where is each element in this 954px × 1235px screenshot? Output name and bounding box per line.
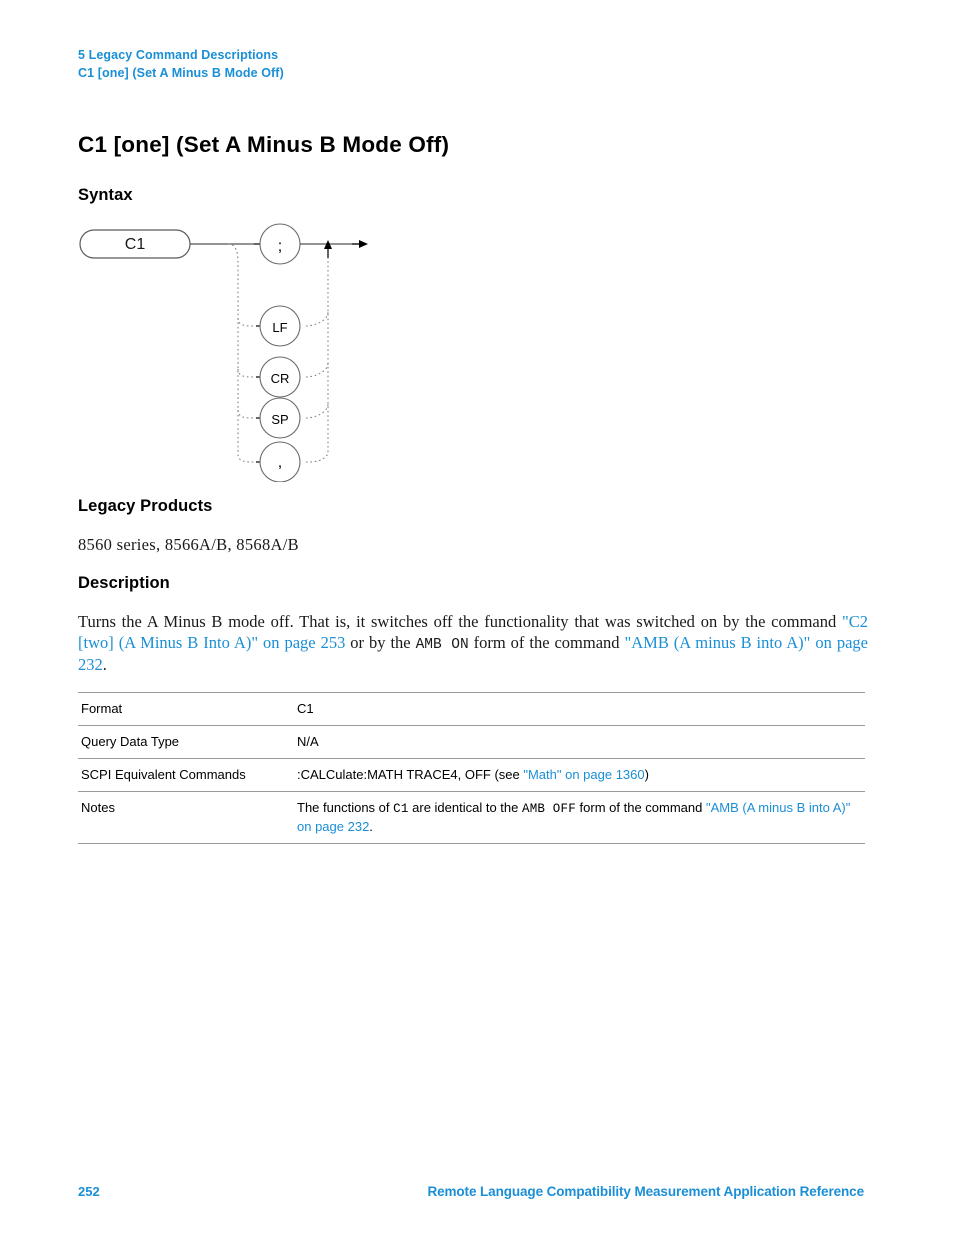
scpi-value-suffix: ) [644, 767, 649, 782]
link-math-page-1360[interactable]: "Math" on page 1360 [523, 767, 644, 782]
diagram-terminator-comma: , [256, 441, 301, 482]
notes-text-2: are identical to the [408, 800, 522, 815]
diagram-terminator-cr-label: CR [271, 371, 290, 386]
notes-text-1: The functions of [297, 800, 394, 815]
command-spec-table: Format C1 Query Data Type N/A SCPI Equiv… [78, 692, 865, 844]
diagram-terminator-lf-label: LF [272, 320, 287, 335]
heading-legacy-products: Legacy Products [78, 497, 213, 515]
code-amb-off: AMB OFF [522, 802, 576, 816]
table-cell-label: SCPI Equivalent Commands [78, 758, 291, 792]
document-page: 5 Legacy Command Descriptions C1 [one] (… [0, 0, 954, 1235]
description-text-2: or by the [345, 632, 416, 652]
table-cell-value: C1 [291, 692, 865, 726]
diagram-token-c1: C1 [79, 229, 191, 259]
diagram-token-c1-label: C1 [125, 236, 146, 253]
notes-text-3: form of the command [575, 800, 706, 815]
diagram-terminator-sp: SP [256, 397, 301, 439]
heading-description: Description [78, 574, 170, 592]
description-text-3: form of the command [468, 632, 625, 652]
diagram-terminator-cr: CR [256, 356, 301, 398]
scpi-value-prefix: :CALCulate:MATH TRACE4, OFF (see [297, 767, 524, 782]
running-header-chapter: 5 Legacy Command Descriptions [78, 48, 279, 62]
heading-syntax: Syntax [78, 186, 133, 204]
table-row: Format C1 [78, 692, 865, 726]
description-text-1: Turns the A Minus B mode off. That is, i… [78, 612, 842, 631]
diagram-terminator-semicolon: ; [259, 223, 301, 265]
table-cell-label: Query Data Type [78, 725, 291, 759]
table-cell-value: The functions of C1 are identical to the… [291, 791, 865, 844]
notes-text-4: . [369, 819, 373, 834]
table-row: Query Data Type N/A [78, 725, 865, 759]
diagram-terminator-semicolon-label: ; [278, 238, 282, 255]
diagram-terminator-comma-label: , [278, 454, 282, 471]
footer-document-title: Remote Language Compatibility Measuremen… [427, 1184, 864, 1199]
diagram-terminator-lf: LF [256, 305, 301, 347]
footer-page-number: 252 [78, 1184, 100, 1199]
page-title: C1 [one] (Set A Minus B Mode Off) [78, 132, 450, 157]
description-paragraph: Turns the A Minus B mode off. That is, i… [78, 612, 868, 676]
table-cell-value: N/A [291, 725, 865, 759]
table-row: SCPI Equivalent Commands :CALCulate:MATH… [78, 758, 865, 792]
table-cell-value: :CALCulate:MATH TRACE4, OFF (see "Math" … [291, 758, 865, 792]
diagram-terminator-sp-label: SP [271, 412, 288, 427]
code-c1: C1 [393, 802, 409, 816]
running-header: 5 Legacy Command Descriptions C1 [one] (… [78, 46, 284, 82]
legacy-products-text: 8560 series, 8566A/B, 8568A/B [78, 535, 299, 554]
table-cell-label: Format [78, 692, 291, 726]
running-header-section: C1 [one] (Set A Minus B Mode Off) [78, 66, 284, 80]
table-row: Notes The functions of C1 are identical … [78, 791, 865, 844]
table-cell-label: Notes [78, 791, 291, 844]
code-amb-on: AMB ON [415, 636, 469, 653]
description-text-4: . [102, 655, 107, 674]
syntax-railroad-diagram: C1 ; LF CR SP , [70, 222, 400, 482]
